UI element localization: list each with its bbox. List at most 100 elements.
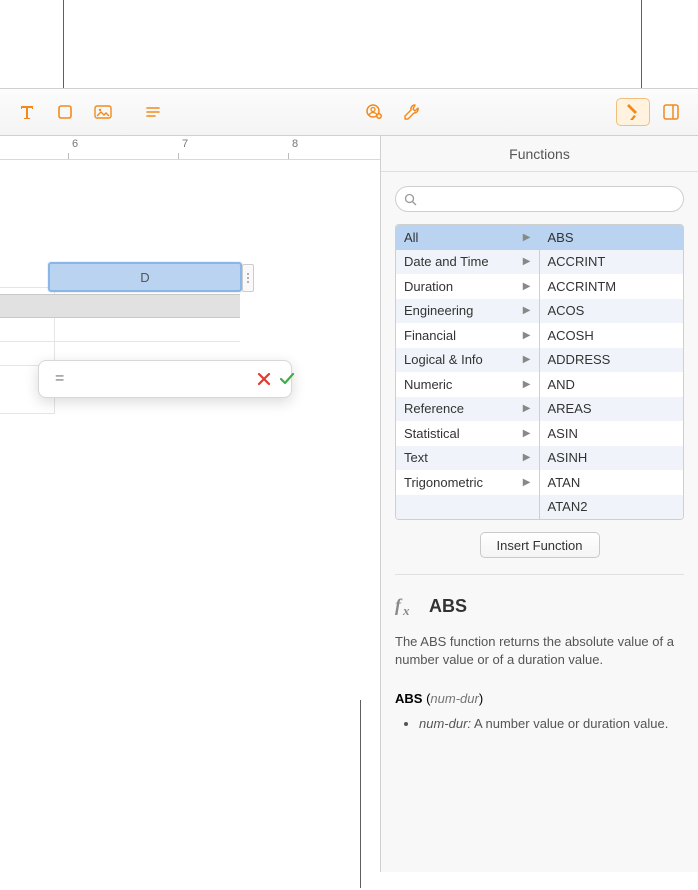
callout-line-formula-editor bbox=[63, 0, 64, 88]
category-item[interactable]: Logical & Info ▶ bbox=[396, 348, 539, 373]
toolbar bbox=[0, 88, 698, 136]
comment-tool-button[interactable] bbox=[136, 98, 170, 126]
arg-desc: A number value or duration value. bbox=[474, 716, 668, 731]
callout-line-format-button bbox=[641, 0, 642, 88]
function-label: ACCRINT bbox=[548, 254, 606, 269]
gridline bbox=[0, 264, 54, 288]
shape-tool-button[interactable] bbox=[48, 98, 82, 126]
media-tool-button[interactable] bbox=[86, 98, 120, 126]
function-item[interactable]: ADDRESS bbox=[540, 348, 684, 373]
document-sidebar-button[interactable] bbox=[654, 98, 688, 126]
category-list[interactable]: All▶Date and Time▶Duration▶Engineering▶F… bbox=[396, 225, 540, 519]
category-item[interactable]: Engineering ▶ bbox=[396, 299, 539, 324]
format-inspector-button[interactable] bbox=[616, 98, 650, 126]
search-icon bbox=[404, 193, 417, 206]
column-resize-handle[interactable] bbox=[242, 264, 254, 292]
function-arg-item: num-dur: A number value or duration valu… bbox=[419, 716, 684, 731]
accept-formula-button[interactable] bbox=[278, 368, 296, 390]
cancel-formula-button[interactable] bbox=[256, 368, 272, 390]
chevron-right-icon: ▶ bbox=[523, 232, 531, 243]
function-description: The ABS function returns the absolute va… bbox=[395, 633, 684, 669]
ruler: 6 7 8 bbox=[0, 136, 380, 160]
category-label: Duration bbox=[404, 279, 453, 294]
category-item[interactable]: All ▶ bbox=[396, 225, 539, 250]
ruler-tick: 7 bbox=[182, 138, 188, 150]
category-label: All bbox=[404, 230, 418, 245]
signature-arg: num-dur bbox=[430, 691, 478, 706]
function-help-title: f x ABS bbox=[395, 595, 684, 617]
function-label: AND bbox=[548, 377, 575, 392]
function-label: ADDRESS bbox=[548, 352, 611, 367]
category-item[interactable]: Text▶ bbox=[396, 446, 539, 471]
category-item[interactable]: Statistical▶ bbox=[396, 421, 539, 446]
column-header-label: D bbox=[50, 264, 240, 290]
formula-editor[interactable]: = bbox=[38, 360, 292, 398]
chevron-right-icon: ▶ bbox=[523, 305, 531, 316]
fx-icon: f x bbox=[395, 595, 421, 617]
chevron-right-icon: ▶ bbox=[523, 281, 531, 292]
signature-fn: ABS bbox=[395, 691, 422, 706]
chevron-right-icon: ▶ bbox=[523, 354, 531, 365]
function-item[interactable]: AREAS bbox=[540, 397, 684, 422]
function-label: ABS bbox=[548, 230, 574, 245]
text-tool-button[interactable] bbox=[10, 98, 44, 126]
chevron-right-icon: ▶ bbox=[523, 477, 531, 488]
function-name: ABS bbox=[429, 596, 467, 617]
callout-line-function-help bbox=[360, 700, 361, 888]
function-label: ACOS bbox=[548, 303, 585, 318]
collaborate-button[interactable] bbox=[357, 98, 391, 126]
function-signature: ABS (num-dur) bbox=[395, 691, 684, 706]
chevron-right-icon: ▶ bbox=[523, 379, 531, 390]
category-item[interactable]: Date and Time ▶ bbox=[396, 250, 539, 275]
category-item[interactable]: Numeric ▶ bbox=[396, 372, 539, 397]
function-item[interactable]: ASIN bbox=[540, 421, 684, 446]
function-label: ATAN2 bbox=[548, 499, 588, 514]
category-label: Text bbox=[404, 450, 428, 465]
insert-function-button[interactable]: Insert Function bbox=[480, 532, 600, 558]
category-item[interactable]: Reference ▶ bbox=[396, 397, 539, 422]
category-label: Reference bbox=[404, 401, 464, 416]
table-row[interactable] bbox=[0, 318, 240, 342]
category-label: Logical & Info bbox=[404, 352, 483, 367]
svg-text:x: x bbox=[402, 603, 410, 617]
category-label: Date and Time bbox=[404, 254, 489, 269]
chevron-right-icon: ▶ bbox=[523, 330, 531, 341]
function-browser: All▶Date and Time▶Duration▶Engineering▶F… bbox=[395, 224, 684, 520]
category-item[interactable]: Duration ▶ bbox=[396, 274, 539, 299]
tools-button[interactable] bbox=[395, 98, 429, 126]
function-list[interactable]: ABS ACCRINT ACCRINTM ACOS ACOSH ADDRESS AND ARE… bbox=[540, 225, 684, 519]
function-item[interactable]: AND bbox=[540, 372, 684, 397]
function-search[interactable] bbox=[395, 186, 684, 212]
function-search-input[interactable] bbox=[417, 192, 675, 206]
function-item[interactable]: ACOSH bbox=[540, 323, 684, 348]
function-item[interactable]: ATAN bbox=[540, 470, 684, 495]
function-item[interactable]: ATAN2 bbox=[540, 495, 684, 520]
function-item[interactable]: ABS bbox=[540, 225, 684, 250]
function-label: ATAN bbox=[548, 475, 581, 490]
ruler-tick: 6 bbox=[72, 138, 78, 150]
category-label: Statistical bbox=[404, 426, 460, 441]
column-header-selected[interactable]: D bbox=[48, 262, 242, 292]
ruler-tick: 8 bbox=[292, 138, 298, 150]
chevron-right-icon: ▶ bbox=[523, 256, 531, 267]
category-label: Numeric bbox=[404, 377, 452, 392]
function-item[interactable]: ASINH bbox=[540, 446, 684, 471]
chevron-right-icon: ▶ bbox=[523, 403, 531, 414]
function-label: ACOSH bbox=[548, 328, 594, 343]
panel-title: Functions bbox=[381, 136, 698, 172]
function-item[interactable]: ACCRINT bbox=[540, 250, 684, 275]
category-item[interactable]: Financial▶ bbox=[396, 323, 539, 348]
function-item[interactable]: ACOS bbox=[540, 299, 684, 324]
category-item-empty bbox=[396, 495, 539, 520]
function-item[interactable]: ACCRINTM bbox=[540, 274, 684, 299]
table-header-row[interactable] bbox=[0, 294, 240, 318]
category-item[interactable]: Trigonometric ▶ bbox=[396, 470, 539, 495]
function-args-list: num-dur: A number value or duration valu… bbox=[395, 716, 684, 731]
category-label: Engineering bbox=[404, 303, 473, 318]
formula-input[interactable] bbox=[74, 367, 250, 391]
function-label: ASIN bbox=[548, 426, 578, 441]
equals-sign: = bbox=[51, 370, 68, 388]
svg-text:f: f bbox=[395, 595, 403, 615]
spreadsheet-canvas[interactable]: D = bbox=[0, 160, 380, 872]
category-label: Trigonometric bbox=[404, 475, 483, 490]
